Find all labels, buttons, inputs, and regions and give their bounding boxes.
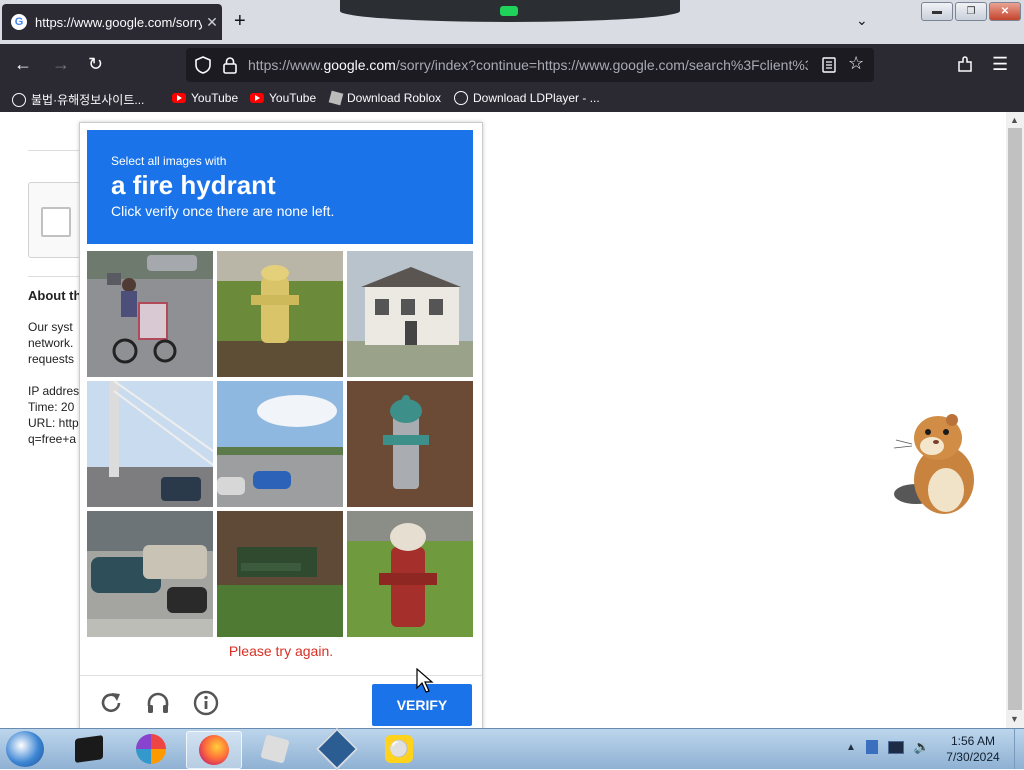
reload-icon[interactable]: ↻ bbox=[88, 54, 103, 75]
globe-icon bbox=[454, 91, 468, 105]
tray-app-icon[interactable] bbox=[865, 740, 878, 754]
menu-hamburger-icon[interactable]: ☰ bbox=[992, 54, 1008, 75]
bridge-photo-tile[interactable] bbox=[87, 381, 213, 507]
volume-icon[interactable]: 🔉 bbox=[914, 739, 930, 755]
body-text: Time: 20 bbox=[28, 400, 75, 414]
parked-cars-photo-tile[interactable] bbox=[87, 511, 213, 637]
browser-app-icon bbox=[136, 734, 166, 764]
tab-bar: G https://www.google.com/sorry/index?con… bbox=[0, 0, 1024, 44]
youtube-icon bbox=[250, 93, 264, 103]
taskbar: ⚪ ▲ 🔉 1:56 AM 7/30/2024 bbox=[0, 727, 1024, 770]
tab-title: https://www.google.com/sorry/index?conti… bbox=[35, 14, 202, 30]
system-clock[interactable]: 1:56 AM 7/30/2024 bbox=[936, 733, 1010, 765]
start-button[interactable] bbox=[6, 731, 44, 767]
scroll-up-arrow-icon[interactable]: ▲ bbox=[1010, 115, 1019, 125]
virtualbox-icon bbox=[315, 727, 359, 770]
vertical-scrollbar[interactable]: ▲ ▼ bbox=[1006, 112, 1024, 728]
minimize-button[interactable]: ▬ bbox=[921, 2, 953, 21]
lock-icon[interactable] bbox=[222, 56, 238, 74]
window-controls: ▬ ❐ ✕ bbox=[921, 2, 1021, 21]
taskbar-app-roblox[interactable] bbox=[248, 731, 302, 767]
body-text: IP addres bbox=[28, 384, 80, 398]
about-heading: About th bbox=[28, 288, 82, 303]
network-monitor-icon[interactable] bbox=[887, 740, 904, 754]
body-text: network. bbox=[28, 336, 74, 350]
new-tab-button[interactable]: + bbox=[234, 10, 246, 33]
cars-road-photo-tile[interactable] bbox=[217, 381, 343, 507]
audio-challenge-icon[interactable] bbox=[145, 690, 171, 716]
clock-time: 1:56 AM bbox=[950, 734, 996, 748]
close-window-button[interactable]: ✕ bbox=[989, 2, 1021, 21]
bicycle-rider-photo-tile[interactable] bbox=[87, 251, 213, 377]
tab-list-chevron-icon[interactable]: ⌄ bbox=[856, 12, 868, 29]
bookmark-label: Download Roblox bbox=[347, 91, 442, 105]
taskbar-app-terminal[interactable] bbox=[62, 731, 116, 767]
body-text: URL: http bbox=[28, 416, 79, 430]
reader-view-icon[interactable] bbox=[822, 57, 836, 73]
back-arrow-icon[interactable]: ← bbox=[14, 54, 32, 75]
restore-button[interactable]: ❐ bbox=[955, 2, 987, 21]
bookmark-label: YouTube bbox=[269, 91, 317, 105]
challenge-header: Select all images with a fire hydrant Cl… bbox=[87, 130, 473, 244]
ldplayer-icon: ⚪ bbox=[385, 735, 413, 763]
url-text: https://www.google.com/sorry/index?conti… bbox=[248, 57, 808, 73]
teal-hydrant-photo-tile[interactable] bbox=[347, 381, 473, 507]
error-message: Please try again. bbox=[228, 643, 334, 659]
challenge-target: a fire hydrant bbox=[111, 170, 276, 200]
bench-photo-tile[interactable] bbox=[217, 511, 343, 637]
navigation-bar: ← → ↻ https://www.google.com/sorry/index… bbox=[0, 44, 1024, 86]
red-hydrant-photo-tile[interactable] bbox=[347, 511, 473, 637]
shield-icon[interactable] bbox=[194, 56, 212, 74]
bookmark-label: 불법·유해정보사이트... bbox=[31, 93, 145, 107]
browser-tab-active[interactable]: G https://www.google.com/sorry/index?con… bbox=[2, 4, 222, 40]
bookmark-item[interactable]: Download Roblox bbox=[328, 90, 442, 106]
body-text: requests bbox=[28, 352, 75, 366]
google-favicon-icon: G bbox=[11, 14, 27, 30]
address-bar[interactable]: https://www.google.com/sorry/index?conti… bbox=[186, 48, 874, 82]
image-grid bbox=[87, 251, 475, 639]
bookmarks-toolbar: 불법·유해정보사이트... YouTube YouTube Download R… bbox=[0, 86, 1024, 112]
scrollbar-thumb[interactable] bbox=[1008, 128, 1022, 710]
recaptcha-challenge-popup: Select all images with a fire hydrant Cl… bbox=[79, 122, 483, 728]
decorative-top-glow bbox=[340, 0, 680, 22]
mouse-cursor-icon bbox=[416, 668, 434, 693]
firefox-icon bbox=[199, 735, 229, 765]
bookmark-star-icon[interactable]: ☆ bbox=[848, 53, 864, 74]
taskbar-app-ldplayer[interactable]: ⚪ bbox=[372, 731, 426, 767]
clock-date: 7/30/2024 bbox=[946, 750, 1000, 764]
bookmark-item[interactable]: 불법·유해정보사이트... bbox=[12, 91, 144, 108]
globe-icon bbox=[12, 92, 26, 107]
taskbar-app-firefox[interactable] bbox=[186, 731, 242, 769]
terminal-app-icon bbox=[75, 735, 103, 763]
system-tray: ▲ 🔉 bbox=[846, 739, 930, 755]
bookmark-item[interactable]: YouTube bbox=[172, 91, 238, 105]
info-icon[interactable] bbox=[193, 690, 219, 716]
show-desktop-button[interactable] bbox=[1014, 729, 1024, 769]
recaptcha-checkbox[interactable] bbox=[41, 207, 71, 237]
bookmark-label: YouTube bbox=[191, 91, 239, 105]
instruction-text: Select all images with bbox=[111, 154, 227, 168]
reload-challenge-icon[interactable] bbox=[98, 690, 124, 716]
roblox-app-icon bbox=[260, 734, 290, 764]
yellow-hydrant-photo-tile[interactable] bbox=[217, 251, 343, 377]
house-photo-tile[interactable] bbox=[347, 251, 473, 377]
extensions-icon[interactable] bbox=[956, 56, 974, 74]
instruction-subtext: Click verify once there are none left. bbox=[111, 203, 335, 219]
bookmark-label: Download LDPlayer - ... bbox=[473, 91, 600, 105]
tray-expand-arrow-icon[interactable]: ▲ bbox=[846, 742, 856, 753]
youtube-icon bbox=[172, 93, 186, 103]
forward-arrow-icon[interactable]: → bbox=[52, 54, 70, 75]
taskbar-app-browser[interactable] bbox=[124, 731, 178, 767]
roblox-icon bbox=[328, 90, 344, 106]
hamster-pet-image[interactable] bbox=[892, 408, 982, 518]
scroll-down-arrow-icon[interactable]: ▼ bbox=[1010, 714, 1019, 724]
page-content: About th Our syst network. requests IP a… bbox=[0, 112, 1006, 728]
body-text: q=free+a bbox=[28, 432, 77, 446]
tab-close-icon[interactable]: ✕ bbox=[202, 14, 222, 31]
body-text: Our syst bbox=[28, 320, 73, 334]
taskbar-app-virtualbox[interactable] bbox=[310, 727, 364, 770]
bookmark-item[interactable]: YouTube bbox=[250, 91, 316, 105]
bookmark-item[interactable]: Download LDPlayer - ... bbox=[454, 91, 600, 105]
